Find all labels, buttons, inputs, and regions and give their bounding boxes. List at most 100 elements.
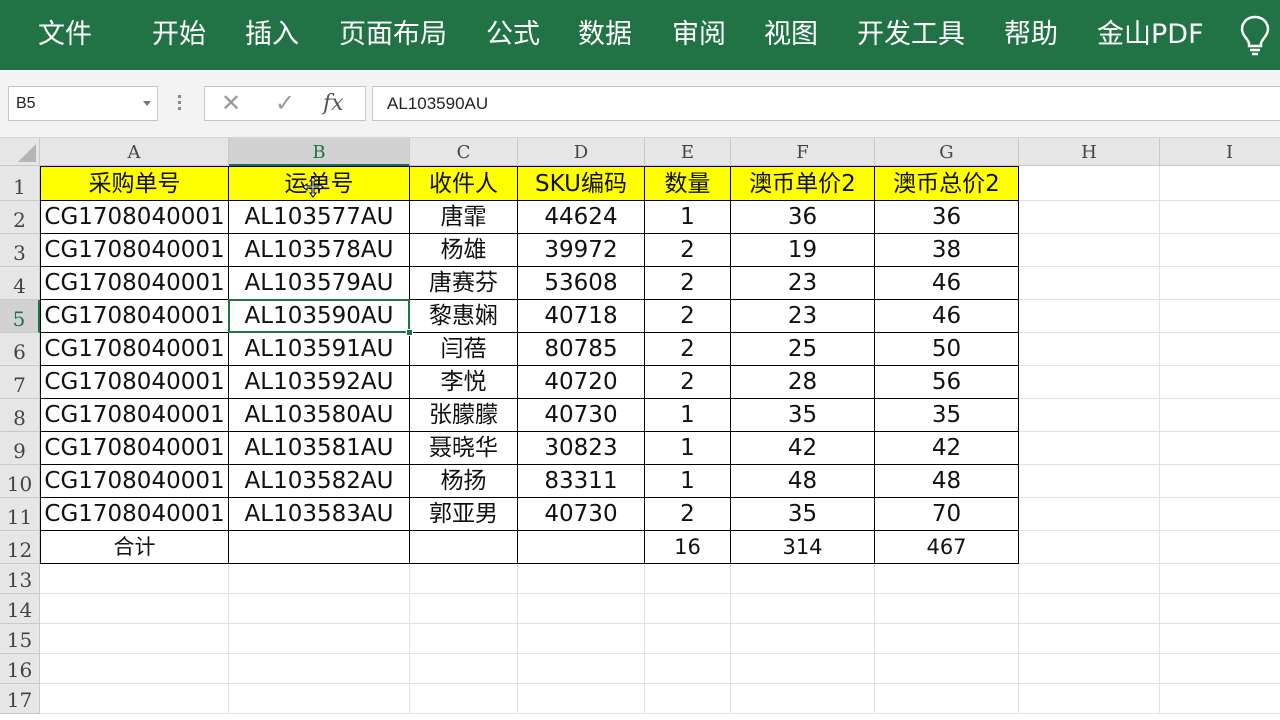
grid-cell[interactable] bbox=[229, 594, 410, 624]
table-cell[interactable]: 唐赛芬 bbox=[410, 267, 518, 300]
tab-page-layout[interactable]: 页面布局 bbox=[339, 0, 447, 70]
row-header-9[interactable]: 9 bbox=[0, 432, 40, 465]
grid-cell[interactable] bbox=[410, 624, 518, 654]
grid-cell[interactable] bbox=[875, 594, 1019, 624]
grid-cell[interactable] bbox=[1160, 166, 1280, 201]
table-cell[interactable]: 40730 bbox=[518, 399, 645, 432]
table-cell[interactable]: CG1708040001 bbox=[40, 333, 229, 366]
table-cell[interactable]: 46 bbox=[875, 267, 1019, 300]
grid-cell[interactable] bbox=[1160, 684, 1280, 714]
grid-cell[interactable] bbox=[875, 564, 1019, 594]
grid-cell[interactable] bbox=[645, 624, 731, 654]
insert-function-button[interactable]: fx bbox=[323, 87, 344, 120]
grid-cell[interactable] bbox=[875, 684, 1019, 714]
grid-cell[interactable] bbox=[875, 654, 1019, 684]
grid-cell[interactable] bbox=[1019, 432, 1160, 465]
grid-cell[interactable] bbox=[229, 654, 410, 684]
table-cell[interactable]: 53608 bbox=[518, 267, 645, 300]
table-cell[interactable]: 42 bbox=[731, 432, 875, 465]
row-header-15[interactable]: 15 bbox=[0, 624, 40, 654]
grid-cell[interactable] bbox=[1019, 564, 1160, 594]
table-cell[interactable]: 2 bbox=[645, 333, 731, 366]
total-cell[interactable]: 合计 bbox=[40, 531, 229, 564]
formula-input[interactable]: AL103590AU bbox=[372, 86, 1280, 121]
grid-cell[interactable] bbox=[518, 594, 645, 624]
grid-cell[interactable] bbox=[645, 564, 731, 594]
grid-cell[interactable] bbox=[1019, 624, 1160, 654]
name-box[interactable]: B5 bbox=[8, 86, 158, 121]
total-cell[interactable] bbox=[518, 531, 645, 564]
tab-help[interactable]: 帮助 bbox=[1004, 0, 1058, 70]
tab-data[interactable]: 数据 bbox=[578, 0, 632, 70]
table-cell[interactable]: AL103590AU bbox=[229, 300, 410, 333]
grid-cell[interactable] bbox=[1019, 300, 1160, 333]
row-header-6[interactable]: 6 bbox=[0, 333, 40, 366]
table-cell[interactable]: AL103582AU bbox=[229, 465, 410, 498]
table-cell[interactable]: AL103580AU bbox=[229, 399, 410, 432]
tab-review[interactable]: 审阅 bbox=[672, 0, 726, 70]
table-cell[interactable]: CG1708040001 bbox=[40, 201, 229, 234]
grid-cell[interactable] bbox=[518, 654, 645, 684]
table-header-cell[interactable]: SKU编码 bbox=[518, 166, 645, 201]
grid-cell[interactable] bbox=[1160, 201, 1280, 234]
table-cell[interactable]: 闫蓓 bbox=[410, 333, 518, 366]
table-cell[interactable]: CG1708040001 bbox=[40, 498, 229, 531]
grid-cell[interactable] bbox=[1160, 300, 1280, 333]
table-cell[interactable]: AL103592AU bbox=[229, 366, 410, 399]
grid-cell[interactable] bbox=[1160, 624, 1280, 654]
grid-cell[interactable] bbox=[1160, 465, 1280, 498]
grid-cell[interactable] bbox=[1160, 432, 1280, 465]
table-cell[interactable]: 2 bbox=[645, 267, 731, 300]
tab-view[interactable]: 视图 bbox=[764, 0, 818, 70]
grid-cell[interactable] bbox=[410, 684, 518, 714]
grid-cell[interactable] bbox=[875, 624, 1019, 654]
tab-home[interactable]: 开始 bbox=[152, 0, 206, 70]
table-cell[interactable]: 30823 bbox=[518, 432, 645, 465]
table-cell[interactable]: 2 bbox=[645, 498, 731, 531]
table-cell[interactable]: 83311 bbox=[518, 465, 645, 498]
grid-cell[interactable] bbox=[1160, 366, 1280, 399]
grid-cell[interactable] bbox=[1160, 531, 1280, 564]
table-cell[interactable]: 1 bbox=[645, 201, 731, 234]
table-cell[interactable]: 23 bbox=[731, 300, 875, 333]
grid-cell[interactable] bbox=[1019, 531, 1160, 564]
total-cell[interactable] bbox=[229, 531, 410, 564]
grid-cell[interactable] bbox=[1160, 654, 1280, 684]
table-cell[interactable]: 46 bbox=[875, 300, 1019, 333]
confirm-icon[interactable]: ✓ bbox=[267, 87, 303, 120]
table-header-cell[interactable]: 收件人 bbox=[410, 166, 518, 201]
table-header-cell[interactable]: 运单号 bbox=[229, 166, 410, 201]
table-cell[interactable]: 44624 bbox=[518, 201, 645, 234]
grid-cell[interactable] bbox=[1019, 594, 1160, 624]
table-cell[interactable]: CG1708040001 bbox=[40, 465, 229, 498]
grid-cell[interactable] bbox=[1160, 498, 1280, 531]
table-cell[interactable]: 张朦朦 bbox=[410, 399, 518, 432]
grid-cell[interactable] bbox=[1019, 465, 1160, 498]
grid-cell[interactable] bbox=[410, 564, 518, 594]
table-cell[interactable]: 1 bbox=[645, 399, 731, 432]
table-header-cell[interactable]: 澳币单价2 bbox=[731, 166, 875, 201]
grid-cell[interactable] bbox=[229, 684, 410, 714]
table-cell[interactable]: AL103579AU bbox=[229, 267, 410, 300]
grid-cell[interactable] bbox=[731, 654, 875, 684]
grid-cell[interactable] bbox=[518, 684, 645, 714]
grid-cell[interactable] bbox=[1019, 234, 1160, 267]
table-cell[interactable]: 56 bbox=[875, 366, 1019, 399]
table-cell[interactable]: 80785 bbox=[518, 333, 645, 366]
table-cell[interactable]: AL103591AU bbox=[229, 333, 410, 366]
chevron-down-icon[interactable] bbox=[143, 101, 151, 106]
table-cell[interactable]: 35 bbox=[875, 399, 1019, 432]
table-cell[interactable]: CG1708040001 bbox=[40, 366, 229, 399]
grid-cell[interactable] bbox=[40, 594, 229, 624]
grid-cell[interactable] bbox=[1019, 166, 1160, 201]
table-cell[interactable]: 36 bbox=[731, 201, 875, 234]
grid-cell[interactable] bbox=[40, 624, 229, 654]
grid-cell[interactable] bbox=[731, 564, 875, 594]
table-cell[interactable]: 唐霏 bbox=[410, 201, 518, 234]
tab-developer[interactable]: 开发工具 bbox=[857, 0, 965, 70]
grid-cell[interactable] bbox=[40, 654, 229, 684]
row-header-14[interactable]: 14 bbox=[0, 594, 40, 624]
row-header-12[interactable]: 12 bbox=[0, 531, 40, 564]
table-cell[interactable]: 39972 bbox=[518, 234, 645, 267]
tab-formulas[interactable]: 公式 bbox=[486, 0, 540, 70]
